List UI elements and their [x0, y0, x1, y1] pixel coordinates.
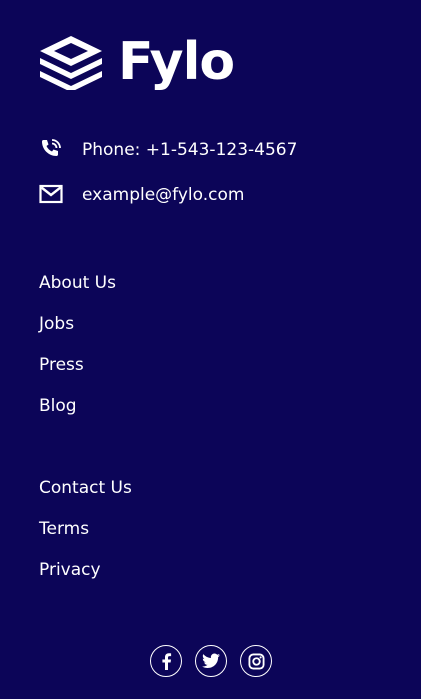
- stacked-layers-icon: [40, 36, 102, 90]
- phone-icon: [42, 139, 61, 156]
- twitter-icon: [202, 653, 220, 669]
- facebook-link[interactable]: [150, 645, 182, 677]
- instagram-link[interactable]: [240, 645, 272, 677]
- footer-link-jobs[interactable]: Jobs: [39, 312, 74, 336]
- footer-link-blog[interactable]: Blog: [39, 394, 77, 418]
- twitter-link[interactable]: [195, 645, 227, 677]
- footer-link-privacy[interactable]: Privacy: [39, 558, 101, 582]
- email-icon: [39, 184, 63, 204]
- contact-phone: Phone: +1-543-123-4567: [39, 137, 297, 161]
- brand-logo[interactable]: Fylo: [39, 32, 235, 92]
- contact-email: example@fylo.com: [39, 182, 244, 206]
- instagram-icon: [247, 652, 265, 670]
- footer-link-contact-us[interactable]: Contact Us: [39, 476, 132, 500]
- footer-link-terms[interactable]: Terms: [39, 517, 89, 541]
- email-link[interactable]: example@fylo.com: [82, 182, 244, 208]
- footer-link-press[interactable]: Press: [39, 353, 84, 377]
- facebook-icon: [162, 653, 172, 670]
- site-footer: Fylo Phone: +1-543-123-4567 example@fylo…: [0, 0, 421, 699]
- phone-number: Phone: +1-543-123-4567: [82, 140, 298, 160]
- footer-link-about-us[interactable]: About Us: [39, 271, 116, 295]
- brand-name: Fylo: [118, 32, 235, 92]
